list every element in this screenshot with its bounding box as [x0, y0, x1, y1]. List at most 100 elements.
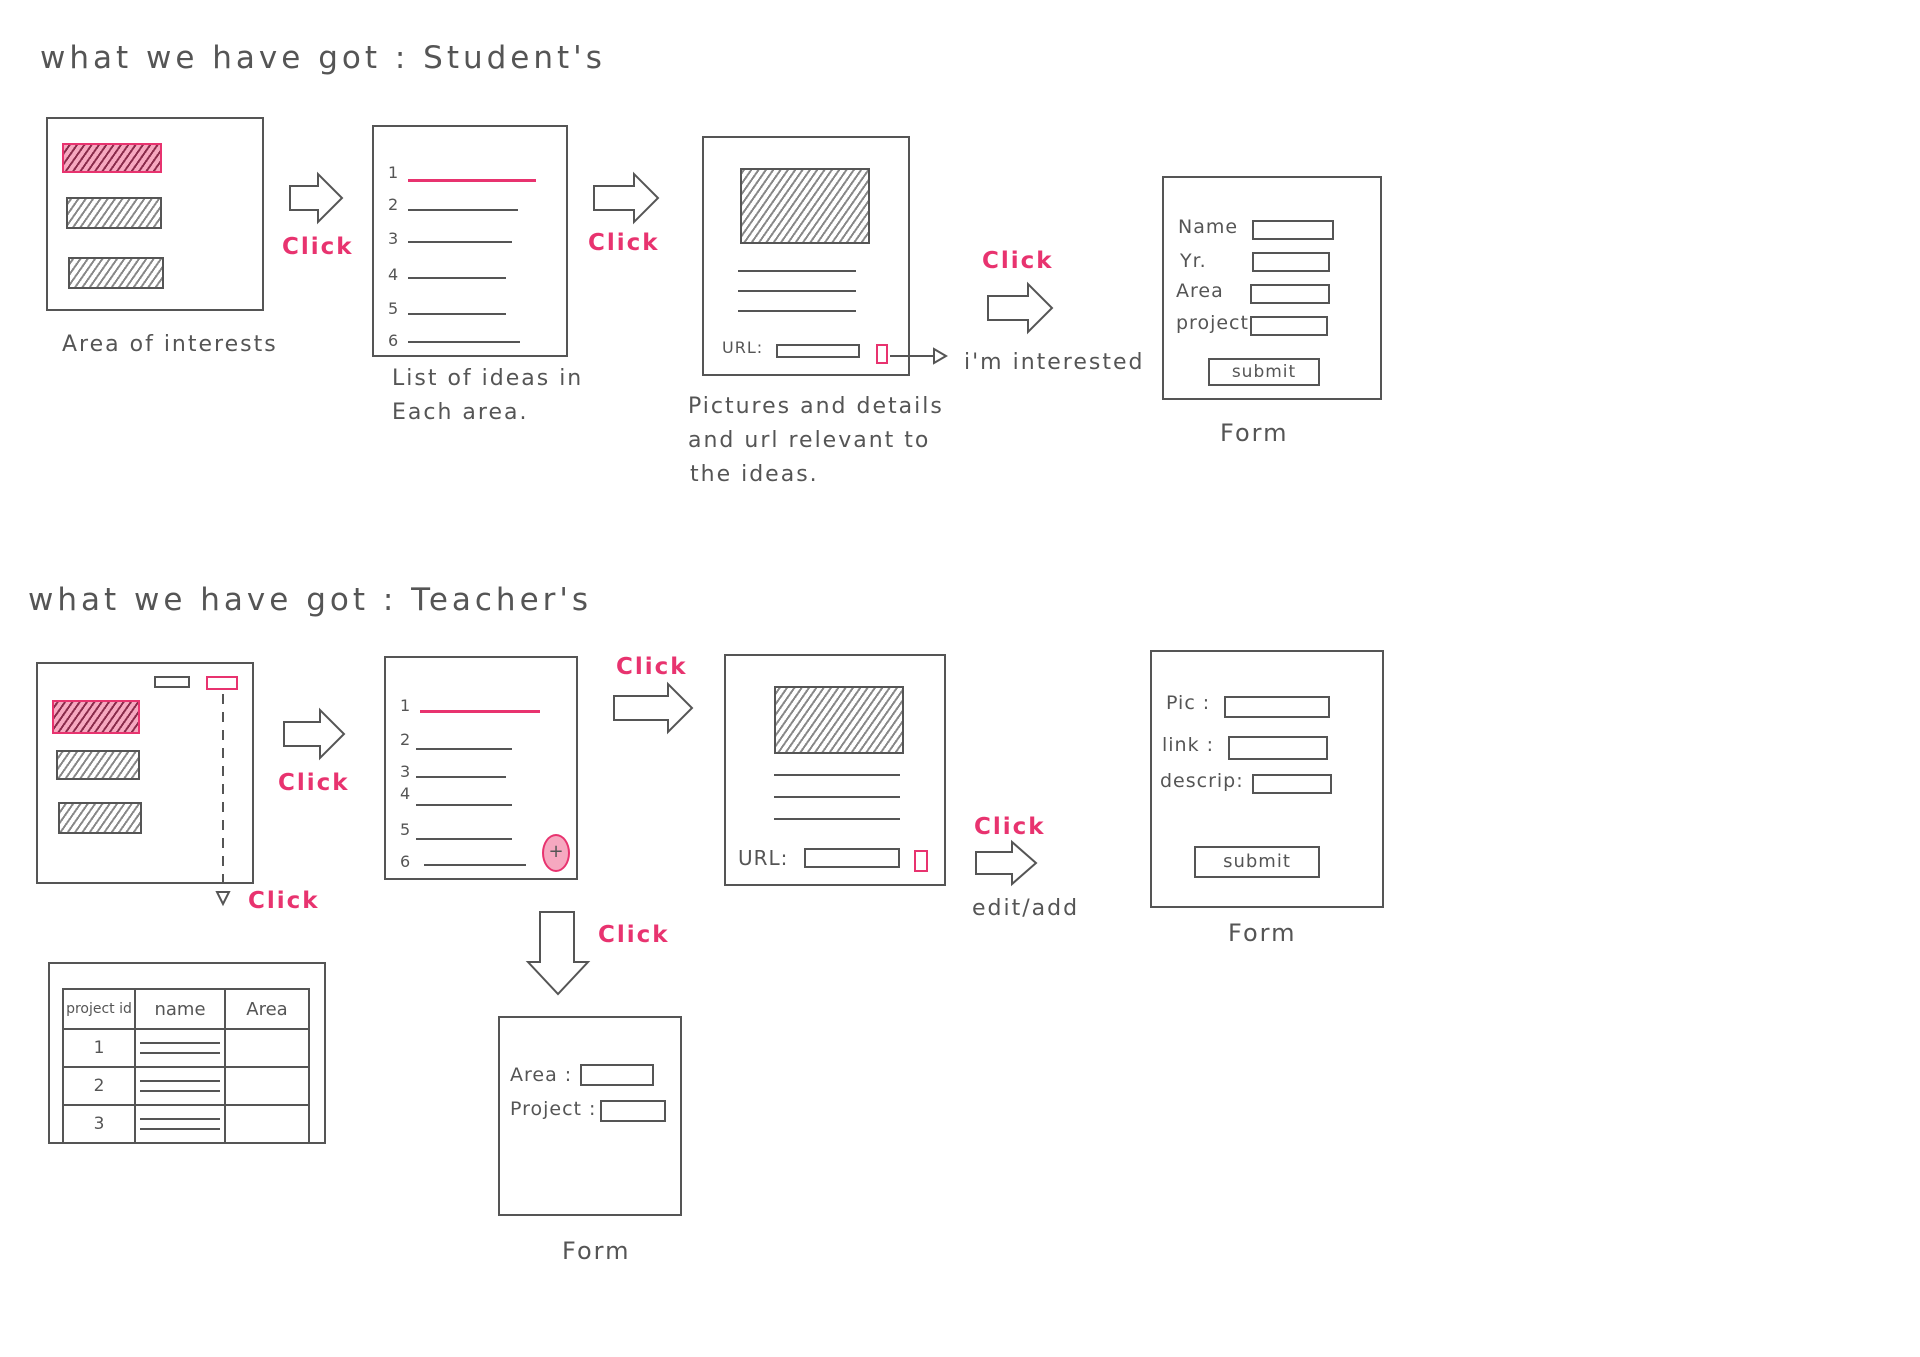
idea-item[interactable] — [416, 776, 506, 778]
teacher-form-screen: Pic : link : descrip: submit — [1150, 650, 1384, 908]
list-number: 4 — [388, 265, 399, 284]
add-idea-icon[interactable]: + — [542, 834, 570, 872]
area-field[interactable] — [1250, 284, 1330, 304]
details-caption-line-3: the ideas. — [690, 462, 819, 487]
teacher-heading: what we have got : Teacher's — [28, 582, 593, 618]
click-label: Click — [982, 248, 1054, 274]
right-arrow-icon — [283, 707, 346, 761]
pointer-arrow-icon — [890, 347, 948, 365]
form-label-descrip: descrip: — [1160, 770, 1244, 792]
year-field[interactable] — [1252, 252, 1330, 272]
teacher-add-form-screen: Area : Project : — [498, 1016, 682, 1216]
detail-text-line — [738, 310, 856, 312]
table-view-button[interactable] — [206, 676, 238, 690]
details-caption-line-1: Pictures and details — [688, 394, 944, 419]
idea-item[interactable] — [408, 209, 518, 211]
table-cell-name — [134, 1028, 226, 1068]
add-form-caption: Form — [562, 1237, 631, 1265]
table-cell-name — [134, 1066, 226, 1106]
idea-picture — [740, 168, 870, 244]
idea-item[interactable] — [408, 277, 506, 279]
project-field[interactable] — [1250, 316, 1328, 336]
list-number: 1 — [400, 696, 411, 715]
idea-picture — [774, 686, 904, 754]
student-form-screen: Name Yr. Area project submit — [1162, 176, 1382, 400]
teacher-form-caption: Form — [1228, 919, 1297, 947]
student-heading: what we have got : Student's — [40, 40, 606, 76]
click-label: Click — [248, 888, 320, 914]
form-label-link: link : — [1162, 734, 1215, 756]
idea-item[interactable] — [408, 241, 512, 243]
list-number: 1 — [388, 163, 399, 182]
interested-checkbox[interactable] — [876, 344, 888, 364]
table-header-area: Area — [224, 988, 310, 1030]
table-row[interactable]: 3 — [62, 1104, 310, 1144]
student-form-caption: Form — [1220, 419, 1289, 447]
table-cell-area — [224, 1028, 310, 1068]
form-label-name: Name — [1178, 216, 1239, 238]
right-arrow-icon — [987, 281, 1054, 335]
list-number: 5 — [400, 820, 411, 839]
detail-text-line — [774, 818, 900, 820]
click-label: Click — [598, 922, 670, 948]
form-label-pic: Pic : — [1166, 692, 1211, 714]
list-number: 5 — [388, 299, 399, 318]
submit-button[interactable]: submit — [1194, 846, 1320, 878]
table-row[interactable]: 2 — [62, 1066, 310, 1106]
idea-item[interactable] — [416, 804, 512, 806]
name-field[interactable] — [1252, 220, 1334, 240]
right-arrow-icon — [613, 681, 694, 735]
right-arrow-icon — [975, 839, 1038, 887]
student-area-screen — [46, 117, 264, 311]
description-field[interactable] — [1252, 774, 1332, 794]
idea-item[interactable] — [424, 864, 526, 866]
list-caption-line-2: Each area. — [392, 400, 529, 425]
area-button-selected[interactable] — [62, 143, 162, 173]
table-cell-id: 1 — [62, 1028, 136, 1068]
right-arrow-icon — [289, 171, 344, 225]
add-area-field[interactable] — [580, 1064, 654, 1086]
down-arrow-icon — [525, 911, 591, 996]
url-label: URL: — [738, 846, 789, 870]
edit-toggle[interactable] — [914, 850, 928, 872]
edit-add-label: edit/add — [972, 896, 1080, 921]
idea-item-selected[interactable] — [420, 710, 540, 713]
url-field[interactable] — [776, 344, 860, 358]
submit-button[interactable]: submit — [1208, 358, 1320, 386]
idea-item-selected[interactable] — [408, 179, 536, 182]
link-field[interactable] — [1228, 736, 1328, 760]
header-action[interactable] — [154, 676, 190, 688]
detail-text-line — [738, 270, 856, 272]
click-label: Click — [278, 770, 350, 796]
list-caption-line-1: List of ideas in — [392, 366, 584, 391]
interested-label: i'm interested — [964, 350, 1145, 375]
area-button[interactable] — [58, 802, 142, 834]
idea-item[interactable] — [416, 838, 512, 840]
idea-item[interactable] — [416, 748, 512, 750]
form-label-project: Project : — [510, 1098, 597, 1120]
table-cell-area — [224, 1104, 310, 1144]
url-field[interactable] — [804, 848, 900, 868]
idea-item[interactable] — [408, 313, 506, 315]
form-label-project: project — [1176, 312, 1249, 334]
table-header-name: name — [134, 988, 226, 1030]
list-number: 6 — [388, 331, 399, 350]
area-button-selected[interactable] — [52, 700, 140, 734]
list-number: 3 — [388, 229, 399, 248]
list-number: 2 — [388, 195, 399, 214]
area-button[interactable] — [56, 750, 140, 780]
area-button[interactable] — [66, 197, 162, 229]
click-label: Click — [282, 234, 354, 260]
pic-field[interactable] — [1224, 696, 1330, 718]
url-label: URL: — [722, 338, 764, 357]
table-cell-id: 3 — [62, 1104, 136, 1144]
idea-item[interactable] — [408, 341, 520, 343]
student-details-screen: URL: — [702, 136, 910, 376]
teacher-details-screen: URL: — [724, 654, 946, 886]
detail-text-line — [774, 774, 900, 776]
table-row[interactable]: 1 — [62, 1028, 310, 1068]
area-caption: Area of interests — [62, 332, 278, 357]
add-project-field[interactable] — [600, 1100, 666, 1122]
area-button[interactable] — [68, 257, 164, 289]
list-number: 4 — [400, 784, 411, 803]
